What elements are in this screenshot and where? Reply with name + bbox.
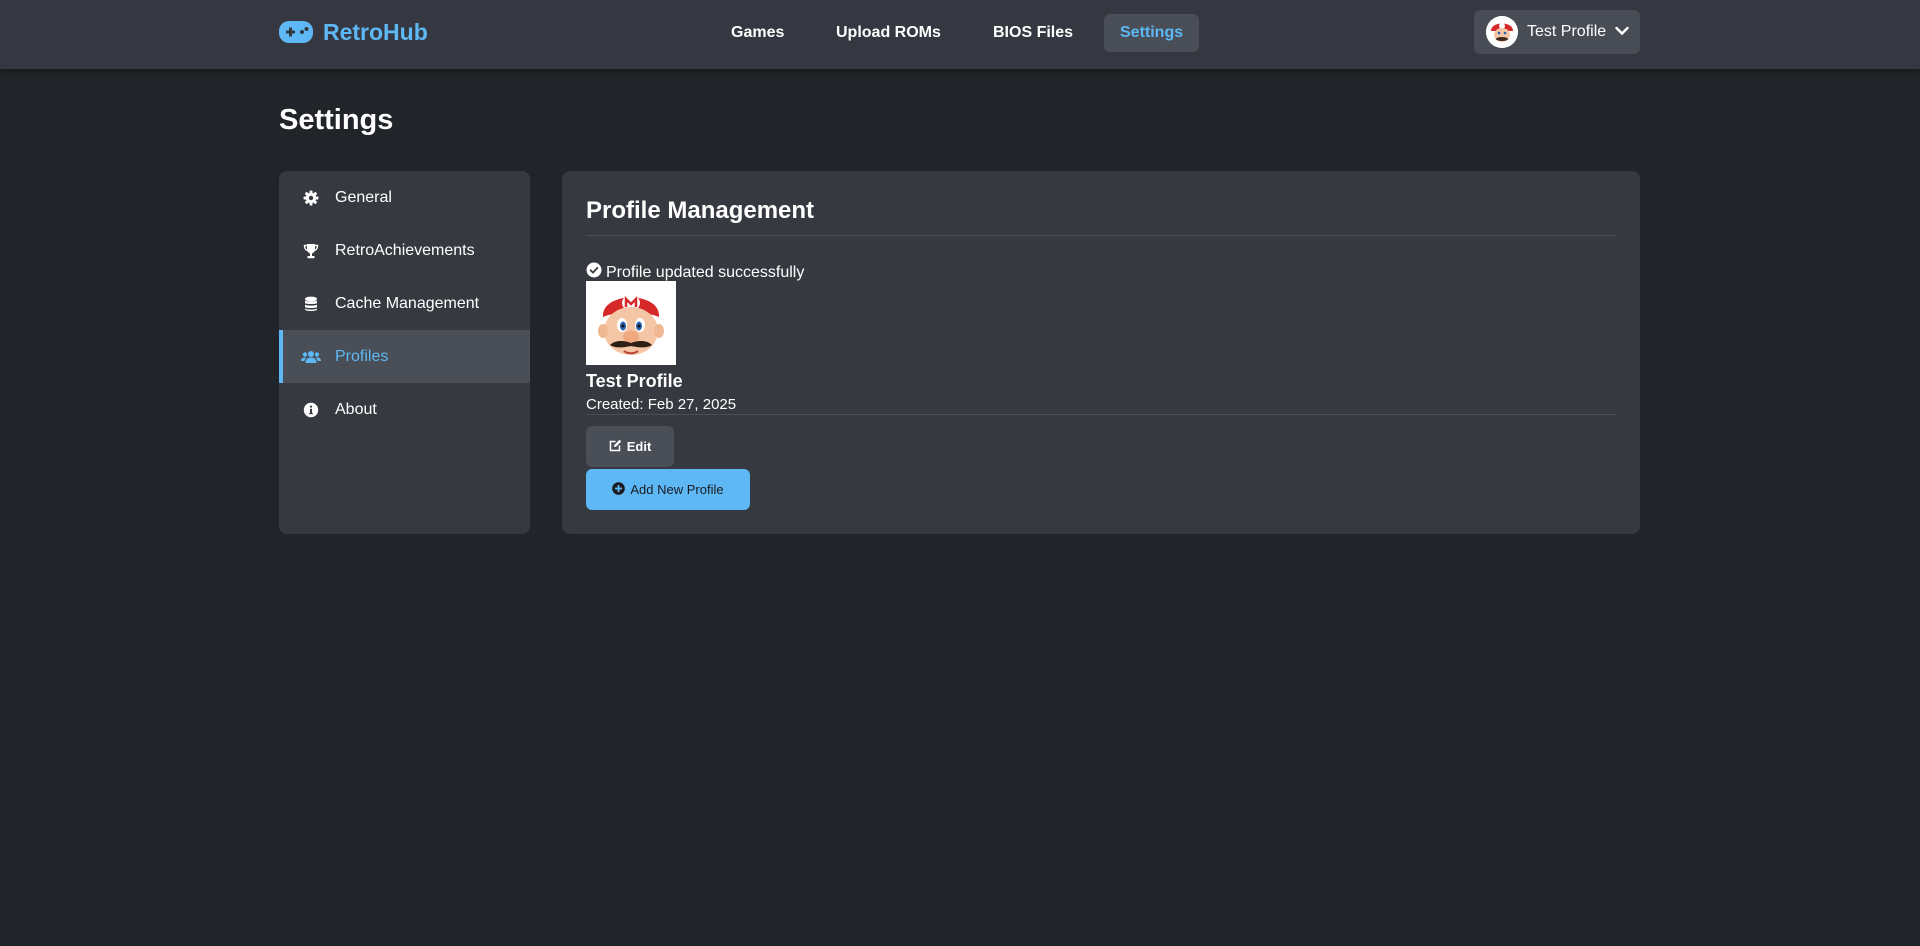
panel-title: Profile Management — [586, 197, 815, 224]
sidebar-item-label: General — [335, 188, 392, 206]
info-icon — [301, 400, 321, 420]
users-icon — [301, 347, 321, 367]
divider — [586, 414, 1616, 415]
chevron-down-icon — [1615, 23, 1629, 41]
nav-upload-roms[interactable]: Upload ROMs — [820, 14, 957, 52]
profile-card-name: Test Profile — [586, 371, 683, 391]
nav-games[interactable]: Games — [715, 14, 800, 52]
trophy-icon — [301, 241, 321, 261]
page-title: Settings — [279, 104, 394, 136]
profile-created-date: Created: Feb 27, 2025 — [586, 396, 737, 413]
add-new-profile-button[interactable]: Add New Profile — [586, 469, 750, 510]
profile-management-panel: Profile Management Profile updated succe… — [562, 171, 1640, 534]
sidebar-item-general[interactable]: General — [279, 171, 530, 224]
database-icon — [301, 294, 321, 314]
check-circle-icon — [586, 262, 602, 283]
sidebar-item-retroachievements[interactable]: RetroAchievements — [279, 224, 530, 277]
sidebar-item-profiles[interactable]: Profiles — [279, 330, 530, 383]
nav-settings[interactable]: Settings — [1104, 14, 1200, 52]
edit-profile-button[interactable]: Edit — [586, 426, 674, 467]
divider — [586, 235, 1616, 236]
gear-icon — [301, 188, 321, 208]
sidebar-item-cache-management[interactable]: Cache Management — [279, 277, 530, 330]
success-message: Profile updated successfully — [586, 262, 804, 283]
avatar — [1486, 16, 1518, 48]
nav-bios-files[interactable]: BIOS Files — [977, 14, 1089, 52]
success-text: Profile updated successfully — [606, 263, 805, 281]
profile-dropdown[interactable]: Test Profile — [1474, 10, 1640, 54]
top-navbar: RetroHub Games Upload ROMs BIOS Files Se… — [0, 0, 1920, 69]
plus-circle-icon — [612, 481, 626, 498]
add-label: Add New Profile — [630, 482, 724, 497]
profile-avatar — [586, 281, 676, 365]
sidebar-item-about[interactable]: About — [279, 383, 530, 436]
settings-sidebar: General RetroAchievements Cache Manageme… — [279, 171, 530, 534]
sidebar-item-label: Profiles — [335, 347, 389, 365]
sidebar-item-label: About — [335, 400, 377, 418]
sidebar-item-label: RetroAchievements — [335, 241, 475, 259]
sidebar-item-label: Cache Management — [335, 294, 480, 312]
edit-label: Edit — [626, 439, 652, 454]
edit-icon — [609, 439, 622, 455]
profile-name: Test Profile — [1527, 23, 1607, 40]
